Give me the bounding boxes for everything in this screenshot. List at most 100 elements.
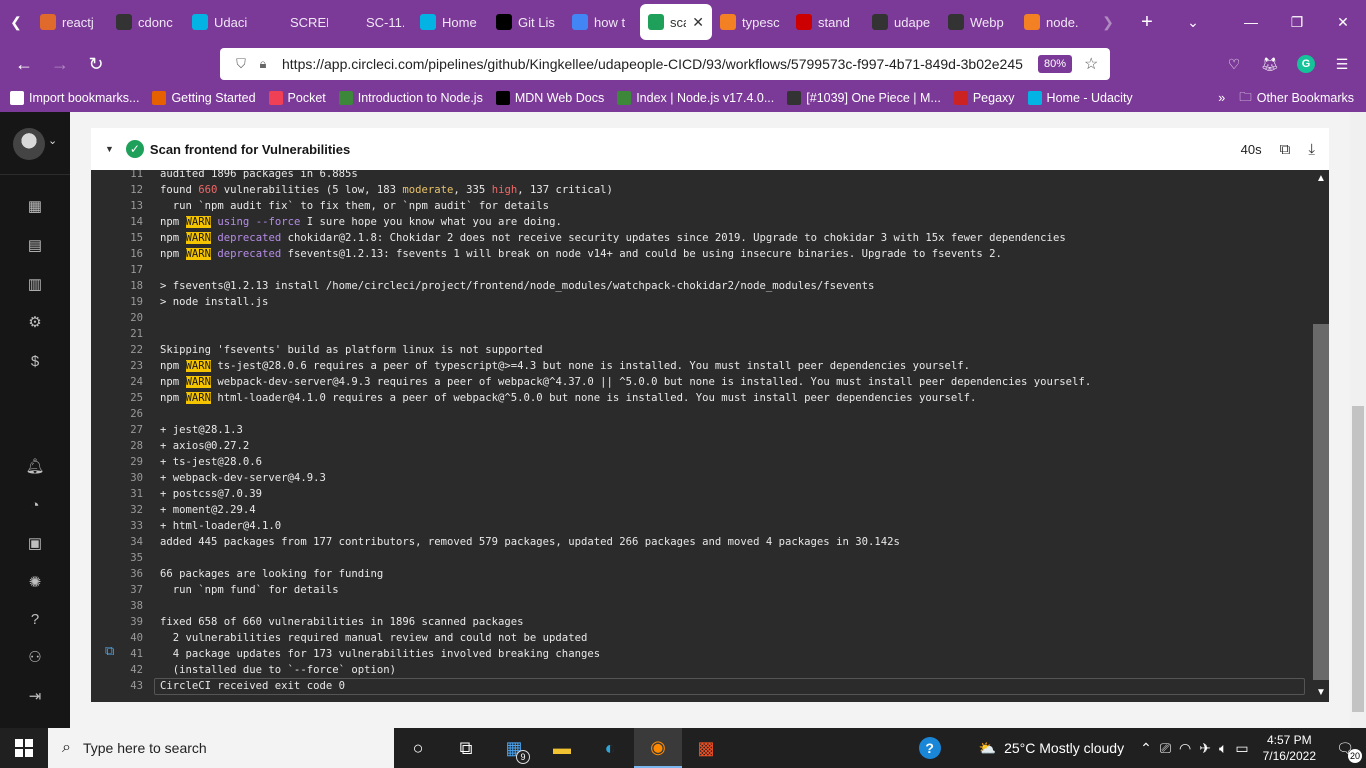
browser-tab[interactable]: reactj (32, 4, 108, 40)
file-explorer-icon[interactable]: ▬ (538, 728, 586, 768)
log-segment: + axios@0.27.2 (160, 440, 250, 452)
reload-button[interactable]: ↻ (78, 46, 114, 82)
restore-button[interactable]: ❐ (1274, 0, 1320, 44)
tray-overflow-icon[interactable]: ⌃ (1140, 740, 1152, 757)
meet-now-icon[interactable]: ⎚ (1160, 740, 1171, 757)
bookmark-item[interactable]: [#1039] One Piece | M... (787, 91, 941, 105)
users-icon[interactable]: ⚇ (26, 648, 44, 666)
browser-tab[interactable]: SCREENSH (260, 4, 336, 40)
download-icon[interactable]: ⤓ (1308, 141, 1315, 158)
insights-icon[interactable]: ▥ (26, 275, 44, 293)
community-icon[interactable]: ✺ (26, 573, 44, 591)
browser-tab[interactable]: cdonc (108, 4, 184, 40)
tab-favicon-icon (420, 14, 436, 30)
forward-button[interactable]: → (42, 46, 78, 82)
address-bar[interactable]: ⛉ 🔒︎ https://app.circleci.com/pipelines/… (220, 48, 1110, 80)
shield-icon[interactable]: ⛉ (230, 56, 252, 72)
page-scrollbar[interactable] (1350, 112, 1366, 728)
copy-icon[interactable]: ⧉ (105, 644, 114, 659)
lock-icon[interactable]: 🔒︎ (252, 56, 274, 72)
browser-tab[interactable]: how t (564, 4, 640, 40)
edge-icon[interactable]: ◐ (586, 728, 634, 768)
browser-tab[interactable]: Git Lis (488, 4, 564, 40)
list-all-tabs-icon[interactable]: ⌄ (1170, 0, 1216, 44)
browser-tab[interactable]: Udaci (184, 4, 260, 40)
projects-icon[interactable]: ▤ (26, 236, 44, 254)
console-scroll-thumb[interactable] (1313, 324, 1329, 680)
tab-list-back-icon[interactable]: ❮ (0, 0, 32, 44)
log-segment: , 137 critical) (517, 184, 613, 196)
status-icon[interactable]: ◔ (26, 496, 44, 514)
microsoft-store-icon[interactable]: ▩ (682, 728, 730, 768)
browser-tab[interactable]: stand (788, 4, 864, 40)
browser-tab[interactable]: typesc (712, 4, 788, 40)
console-output[interactable]: 11 audited 1896 packages in 6.885s 12 found… (91, 170, 1313, 702)
close-window-button[interactable]: ✕ (1320, 0, 1366, 44)
new-tab-button[interactable]: + (1124, 0, 1170, 44)
battery-icon[interactable]: ▭ (1235, 740, 1248, 757)
bookmark-item[interactable]: MDN Web Docs (495, 91, 604, 105)
notification-center-icon[interactable]: 🗨︎ 20 (1330, 740, 1362, 763)
scroll-down-icon[interactable]: ▼ (1313, 684, 1329, 700)
bookmark-item[interactable]: Pocket (268, 91, 326, 105)
pocket-icon[interactable]: ♡ (1222, 52, 1246, 76)
settings-gear-icon[interactable]: ⚙ (26, 313, 44, 331)
url-text[interactable]: https://app.circleci.com/pipelines/githu… (282, 56, 1032, 72)
scroll-up-icon[interactable]: ▲ (1313, 170, 1329, 186)
grammarly-icon[interactable]: G (1294, 52, 1318, 76)
docs-icon[interactable]: ▣ (26, 534, 44, 552)
tab-label: typesc (742, 14, 780, 30)
metamask-fox-icon[interactable]: 🦊︎ (1258, 52, 1282, 76)
taskbar-clock[interactable]: 4:57 PM 7/16/2022 (1263, 732, 1316, 764)
bookmark-item[interactable]: Introduction to Node.js (338, 91, 483, 105)
back-button[interactable]: ← (6, 46, 42, 82)
help-icon[interactable]: ? (26, 610, 44, 628)
plan-dollar-icon[interactable]: $ (26, 352, 44, 370)
weather-text[interactable]: 25°C Mostly cloudy (1004, 740, 1124, 756)
bookmark-star-icon[interactable]: ☆ (1084, 54, 1098, 74)
task-view-icon[interactable]: ⧉ (442, 728, 490, 768)
tab-scroll-forward-icon[interactable]: ❯ (1092, 0, 1124, 44)
bookmark-item[interactable]: Pegaxy (953, 91, 1015, 105)
windows-taskbar: ⌕ Type here to search ○ ⧉ ▦ 9 ▬ ◐ ◉ ▩ ? ⛅… (0, 728, 1366, 768)
tab-label: Webp (970, 14, 1004, 30)
bookmarks-overflow-icon[interactable]: » (1218, 91, 1225, 105)
browser-tab[interactable]: scal ✕ (640, 4, 712, 40)
taskbar-search-box[interactable]: ⌕ Type here to search (48, 728, 394, 768)
airplane-icon[interactable]: ✈ (1199, 740, 1211, 757)
page-scroll-thumb[interactable] (1352, 406, 1364, 712)
bookmark-item[interactable]: Import bookmarks... (10, 91, 139, 105)
weather-icon[interactable]: ⛅ (979, 740, 996, 757)
bookmark-item[interactable]: Home - Udacity (1027, 91, 1133, 105)
minimize-button[interactable]: — (1228, 0, 1274, 44)
tab-favicon-icon (1024, 14, 1040, 30)
bookmark-item[interactable]: Getting Started (152, 91, 256, 105)
chevron-down-icon[interactable]: ⌄ (48, 134, 57, 147)
browser-tab[interactable]: SC-11.3.pr (336, 4, 412, 40)
notifications-bell-icon[interactable]: 🔔︎ (25, 457, 44, 475)
browser-tab[interactable]: udape (864, 4, 940, 40)
open-external-icon[interactable]: ⧉ (1280, 141, 1291, 158)
step-header[interactable]: ▼ ✓ Scan frontend for Vulnerabilities 40… (91, 128, 1329, 170)
menu-icon[interactable]: ☰ (1330, 52, 1354, 76)
console-scrollbar[interactable]: ▲ ▼ (1313, 170, 1329, 702)
browser-tab[interactable]: Webp (940, 4, 1016, 40)
collapse-sidebar-icon[interactable]: ⇥ (26, 687, 44, 705)
cortana-icon[interactable]: ○ (394, 728, 442, 768)
store-app-icon[interactable]: ▦ 9 (490, 728, 538, 768)
start-button[interactable] (0, 728, 48, 768)
close-tab-icon[interactable]: ✕ (692, 14, 704, 31)
zoom-level-badge[interactable]: 80% (1038, 55, 1073, 73)
browser-tab[interactable]: node. (1016, 4, 1092, 40)
dashboard-icon[interactable]: ▦ (26, 197, 44, 215)
avatar[interactable] (13, 128, 45, 160)
network-icon[interactable]: ◠ (1179, 740, 1191, 757)
bookmark-item[interactable]: Index | Node.js v17.4.0... (617, 91, 774, 105)
other-bookmarks[interactable]: 🗀 Other Bookmarks (1239, 88, 1354, 109)
firefox-icon[interactable]: ◉ (634, 728, 682, 768)
help-tray-icon[interactable]: ? (918, 737, 941, 759)
volume-icon[interactable]: 🔈︎ (1219, 740, 1227, 757)
browser-tab[interactable]: Home (412, 4, 488, 40)
caret-down-icon[interactable]: ▼ (105, 144, 114, 154)
bookmark-label: Introduction to Node.js (357, 91, 483, 105)
